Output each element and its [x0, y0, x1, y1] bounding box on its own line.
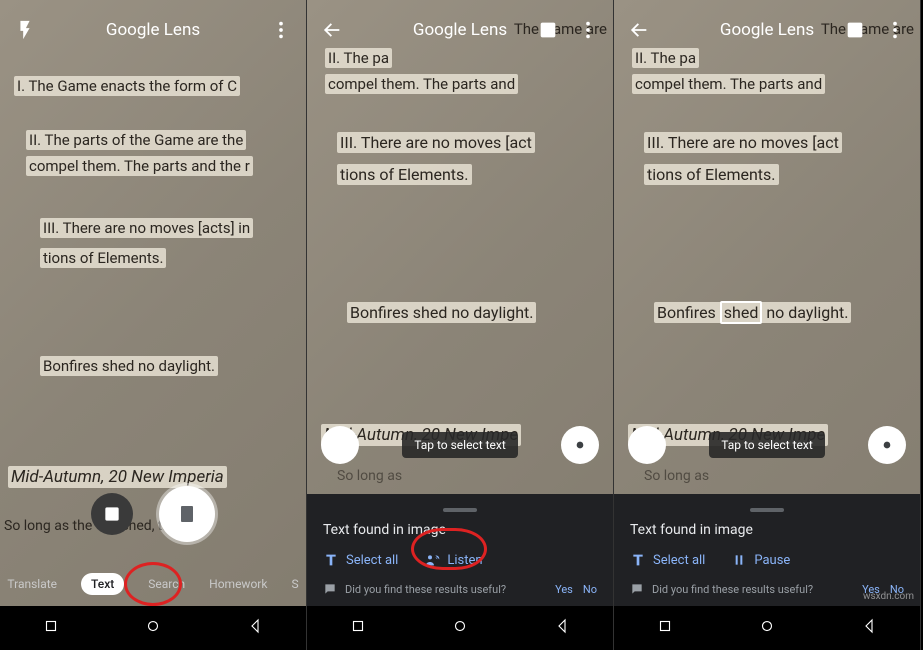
app-title: Google Lens: [720, 20, 814, 40]
nav-recent-icon[interactable]: [42, 617, 60, 639]
filter-button[interactable]: [321, 426, 359, 464]
tap-hint: Tap to select text: [402, 432, 518, 458]
bottom-sheet: Text found in image Select all Listen Di…: [307, 494, 613, 606]
feedback-question: Did you find these results useful?: [345, 583, 506, 596]
nav-home-icon[interactable]: [144, 617, 162, 639]
screen-capture: Google Lens I. The Game enacts the form …: [0, 0, 307, 650]
mode-more[interactable]: S: [291, 577, 298, 591]
sheet-title: Text found in image: [323, 522, 597, 538]
mode-text[interactable]: Text: [81, 573, 124, 595]
ocr-line: III. There are no moves [acts] in: [40, 218, 253, 238]
screen-listen: Google Lens The Game are II. The pa comp…: [307, 0, 614, 650]
ocr-line: compel them. The parts and: [325, 74, 518, 94]
listen-label: Listen: [447, 553, 482, 568]
select-all-label: Select all: [346, 553, 398, 568]
image-icon[interactable]: [844, 19, 866, 41]
pause-label: Pause: [754, 553, 790, 568]
ocr-line: III. There are no moves [act: [644, 132, 842, 153]
ocr-line: II. The parts of the Game are the: [26, 130, 246, 150]
ocr-line: Mid-Autumn, 20 New Imperia: [8, 466, 227, 488]
top-bar: Google Lens: [0, 0, 306, 60]
feedback-row: Did you find these results useful? Yes N…: [323, 582, 597, 596]
pause-button[interactable]: Pause: [731, 552, 790, 568]
select-all-label: Select all: [653, 553, 705, 568]
top-bar: Google Lens: [307, 0, 613, 60]
back-icon[interactable]: [321, 19, 343, 41]
tap-hint: Tap to select text: [709, 432, 825, 458]
sparkle-button[interactable]: [868, 426, 906, 464]
mode-selector: Translate Text Search Homework S: [0, 573, 306, 595]
hint-row: Tap to select text: [614, 426, 920, 464]
ocr-line: compel them. The parts and the r: [26, 156, 253, 176]
hint-row: Tap to select text: [307, 426, 613, 464]
image-icon[interactable]: [537, 19, 559, 41]
comment-icon: [323, 582, 337, 596]
sheet-actions: Select all Listen: [323, 552, 597, 568]
ocr-line: Bonfires shed no daylight.: [40, 356, 218, 376]
nav-home-icon[interactable]: [758, 617, 776, 639]
camera-view: [0, 0, 306, 650]
nav-back-icon[interactable]: [553, 617, 571, 639]
mode-homework[interactable]: Homework: [209, 577, 267, 591]
selected-word[interactable]: shed: [720, 301, 763, 324]
bottom-sheet: Text found in image Select all Pause Did…: [614, 494, 920, 606]
ocr-line: So long as: [337, 468, 402, 485]
ocr-line: tions of Elements.: [644, 164, 779, 185]
filter-button[interactable]: [628, 426, 666, 464]
sheet-handle[interactable]: [443, 508, 477, 512]
flash-off-icon[interactable]: [14, 19, 36, 41]
mode-translate[interactable]: Translate: [7, 577, 57, 591]
nav-back-icon[interactable]: [246, 617, 264, 639]
screen-pause: Google Lens The Game are II. The pa comp…: [614, 0, 921, 650]
nav-recent-icon[interactable]: [656, 617, 674, 639]
watermark: wsxdn.com: [863, 591, 914, 602]
capture-controls: [0, 486, 306, 542]
back-icon[interactable]: [628, 19, 650, 41]
ocr-line: compel them. The parts and: [632, 74, 825, 94]
listen-button[interactable]: Listen: [424, 552, 482, 568]
sheet-actions: Select all Pause: [630, 552, 904, 568]
more-icon[interactable]: [270, 19, 292, 41]
select-all-button[interactable]: Select all: [323, 552, 398, 568]
app-title: Google Lens: [106, 20, 200, 40]
android-nav: [614, 606, 920, 650]
nav-recent-icon[interactable]: [349, 617, 367, 639]
listen-icon: [424, 552, 440, 568]
top-bar: Google Lens: [614, 0, 920, 60]
ocr-line: Bonfires shed no daylight.: [347, 302, 536, 323]
more-icon[interactable]: [884, 19, 906, 41]
ocr-line-highlighted[interactable]: Bonfires shed no daylight.: [654, 302, 851, 323]
nav-back-icon[interactable]: [860, 617, 878, 639]
feedback-yes[interactable]: Yes: [555, 583, 573, 596]
ocr-line: III. There are no moves [act: [337, 132, 535, 153]
ocr-line: I. The Game enacts the form of C: [14, 76, 240, 96]
sheet-handle[interactable]: [750, 508, 784, 512]
sheet-title: Text found in image: [630, 522, 904, 538]
feedback-no[interactable]: No: [583, 583, 597, 596]
gallery-button[interactable]: [91, 493, 133, 535]
word: no daylight.: [762, 303, 848, 322]
word: Bonfires: [657, 303, 720, 322]
select-all-button[interactable]: Select all: [630, 552, 705, 568]
ocr-line: So long as: [644, 468, 709, 485]
mode-search[interactable]: Search: [148, 577, 185, 591]
text-icon: [630, 552, 646, 568]
ocr-line: tions of Elements.: [337, 164, 472, 185]
comment-icon: [630, 582, 644, 596]
android-nav: [307, 606, 613, 650]
ocr-line: tions of Elements.: [40, 248, 166, 268]
feedback-question: Did you find these results useful?: [652, 583, 813, 596]
pause-icon: [731, 552, 747, 568]
nav-home-icon[interactable]: [451, 617, 469, 639]
android-nav: [0, 606, 306, 650]
more-icon[interactable]: [577, 19, 599, 41]
shutter-button[interactable]: [159, 486, 215, 542]
sparkle-button[interactable]: [561, 426, 599, 464]
text-icon: [323, 552, 339, 568]
app-title: Google Lens: [413, 20, 507, 40]
